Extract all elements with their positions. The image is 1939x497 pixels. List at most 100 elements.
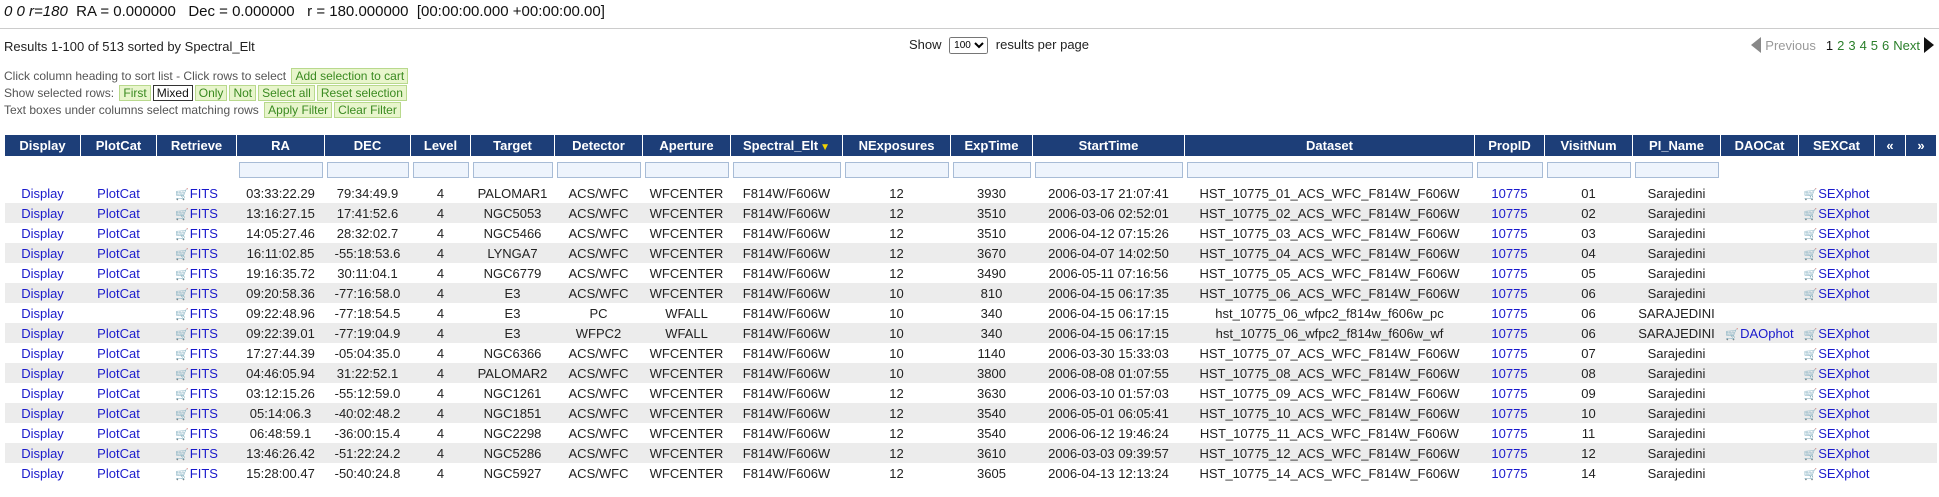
cart-icon[interactable]: 🛒	[1803, 249, 1817, 261]
column-header[interactable]: StartTime	[1032, 134, 1185, 157]
apply-filter-button[interactable]: Apply Filter	[264, 102, 333, 118]
cart-icon[interactable]: 🛒	[175, 269, 189, 281]
propid-link[interactable]: 10775	[1491, 226, 1527, 241]
sexcat-link[interactable]: SEXphot	[1818, 386, 1869, 401]
column-header[interactable]: NExposures	[842, 134, 951, 157]
display-link[interactable]: Display	[21, 446, 64, 461]
cart-icon[interactable]: 🛒	[1803, 469, 1817, 481]
table-row[interactable]: Display PlotCat 🛒FITS 13:16:27.15 17:41:52.6…	[4, 203, 1937, 223]
column-header[interactable]: DAOCat	[1720, 134, 1799, 157]
plotcat-link[interactable]: PlotCat	[97, 266, 140, 281]
only-button[interactable]: Only	[194, 85, 228, 101]
sexcat-link[interactable]: SEXphot	[1818, 286, 1869, 301]
column-filter-input[interactable]	[412, 162, 469, 178]
table-row[interactable]: Display PlotCat 🛒FITS 05:14:06.3 -40:02:48.2…	[4, 403, 1937, 423]
column-header[interactable]: DEC	[324, 134, 411, 157]
cart-icon[interactable]: 🛒	[175, 329, 189, 341]
propid-link[interactable]: 10775	[1491, 186, 1527, 201]
column-header[interactable]: Display	[4, 134, 81, 157]
cart-icon[interactable]: 🛒	[1803, 329, 1817, 341]
propid-link[interactable]: 10775	[1491, 206, 1527, 221]
fits-link[interactable]: FITS	[190, 186, 218, 201]
table-row[interactable]: Display PlotCat 🛒FITS 15:28:00.47 -50:40:24.…	[4, 463, 1937, 483]
cart-icon[interactable]: 🛒	[1803, 289, 1817, 301]
plotcat-link[interactable]: PlotCat	[97, 346, 140, 361]
table-row[interactable]: Display PlotCat 🛒FITS 19:16:35.72 30:11:04.1…	[4, 263, 1937, 283]
table-row[interactable]: Display PlotCat 🛒FITS 13:46:26.42 -51:22:24.…	[4, 443, 1937, 463]
cart-icon[interactable]: 🛒	[175, 229, 189, 241]
table-row[interactable]: Display PlotCat 🛒FITS 16:11:02.85 -55:18:53.…	[4, 243, 1937, 263]
cart-icon[interactable]: 🛒	[1803, 429, 1817, 441]
page-link[interactable]: 4	[1860, 38, 1867, 53]
sexcat-link[interactable]: SEXphot	[1818, 186, 1869, 201]
propid-link[interactable]: 10775	[1491, 306, 1527, 321]
plotcat-link[interactable]: PlotCat	[97, 426, 140, 441]
column-header[interactable]: Spectral_Elt ▼	[730, 134, 843, 157]
plotcat-link[interactable]: PlotCat	[97, 406, 140, 421]
column-filter-input[interactable]	[472, 162, 553, 178]
not-button[interactable]: Not	[229, 85, 257, 101]
sexcat-link[interactable]: SEXphot	[1818, 206, 1869, 221]
column-header[interactable]: Level	[410, 134, 471, 157]
plotcat-link[interactable]: PlotCat	[97, 466, 140, 481]
fits-link[interactable]: FITS	[190, 466, 218, 481]
sexcat-link[interactable]: SEXphot	[1818, 466, 1869, 481]
column-header[interactable]: SEXCat	[1798, 134, 1875, 157]
propid-link[interactable]: 10775	[1491, 366, 1527, 381]
cart-icon[interactable]: 🛒	[175, 289, 189, 301]
sexcat-link[interactable]: SEXphot	[1818, 346, 1869, 361]
column-filter-input[interactable]	[1546, 162, 1631, 178]
column-filter-input[interactable]	[952, 162, 1031, 178]
fits-link[interactable]: FITS	[190, 286, 218, 301]
add-to-cart-button[interactable]: Add selection to cart	[291, 68, 409, 84]
fits-link[interactable]: FITS	[190, 306, 218, 321]
previous-link[interactable]: Previous	[1765, 38, 1816, 53]
column-header[interactable]: Detector	[554, 134, 643, 157]
cart-icon[interactable]: 🛒	[1803, 409, 1817, 421]
display-link[interactable]: Display	[21, 346, 64, 361]
fits-link[interactable]: FITS	[190, 426, 218, 441]
column-header[interactable]: PlotCat	[80, 134, 157, 157]
column-filter-input[interactable]	[556, 162, 641, 178]
table-row[interactable]: Display 🛒FITS 09:22:48.96 -77:18:54.5 4 E3 PC W…	[4, 303, 1937, 323]
page-link[interactable]: 5	[1871, 38, 1878, 53]
column-filter-input[interactable]	[844, 162, 949, 178]
cart-icon[interactable]: 🛒	[1803, 349, 1817, 361]
sexcat-link[interactable]: SEXphot	[1818, 246, 1869, 261]
table-row[interactable]: Display PlotCat 🛒FITS 03:12:15.26 -55:12:59.…	[4, 383, 1937, 403]
propid-link[interactable]: 10775	[1491, 286, 1527, 301]
propid-link[interactable]: 10775	[1491, 266, 1527, 281]
column-header[interactable]: Dataset	[1184, 134, 1475, 157]
column-header[interactable]: PI_Name	[1632, 134, 1721, 157]
fits-link[interactable]: FITS	[190, 206, 218, 221]
cart-icon[interactable]: 🛒	[175, 469, 189, 481]
display-link[interactable]: Display	[21, 366, 64, 381]
fits-link[interactable]: FITS	[190, 386, 218, 401]
table-row[interactable]: Display PlotCat 🛒FITS 06:48:59.1 -36:00:15.4…	[4, 423, 1937, 443]
column-filter-input[interactable]	[326, 162, 409, 178]
cart-icon[interactable]: 🛒	[1803, 189, 1817, 201]
sexcat-link[interactable]: SEXphot	[1818, 226, 1869, 241]
display-link[interactable]: Display	[21, 466, 64, 481]
display-link[interactable]: Display	[21, 386, 64, 401]
plotcat-link[interactable]: PlotCat	[97, 206, 140, 221]
column-filter-input[interactable]	[238, 162, 323, 178]
fits-link[interactable]: FITS	[190, 446, 218, 461]
first-button[interactable]: First	[119, 85, 151, 101]
next-arrow-icon[interactable]	[1924, 37, 1934, 53]
column-filter-input[interactable]	[732, 162, 841, 178]
sexcat-link[interactable]: SEXphot	[1818, 326, 1869, 341]
cart-icon[interactable]: 🛒	[175, 369, 189, 381]
reset-selection-button[interactable]: Reset selection	[316, 85, 407, 101]
cart-icon[interactable]: 🛒	[175, 349, 189, 361]
display-link[interactable]: Display	[21, 426, 64, 441]
fits-link[interactable]: FITS	[190, 406, 218, 421]
table-row[interactable]: Display PlotCat 🛒FITS 09:22:39.01 -77:19:04.…	[4, 323, 1937, 343]
clear-filter-button[interactable]: Clear Filter	[334, 102, 401, 118]
plotcat-link[interactable]: PlotCat	[97, 446, 140, 461]
cart-icon[interactable]: 🛒	[175, 189, 189, 201]
per-page-select[interactable]: 100	[949, 37, 989, 55]
cart-icon[interactable]: 🛒	[1803, 369, 1817, 381]
select-all-button[interactable]: Select all	[258, 85, 315, 101]
previous-arrow-icon[interactable]	[1751, 37, 1762, 53]
